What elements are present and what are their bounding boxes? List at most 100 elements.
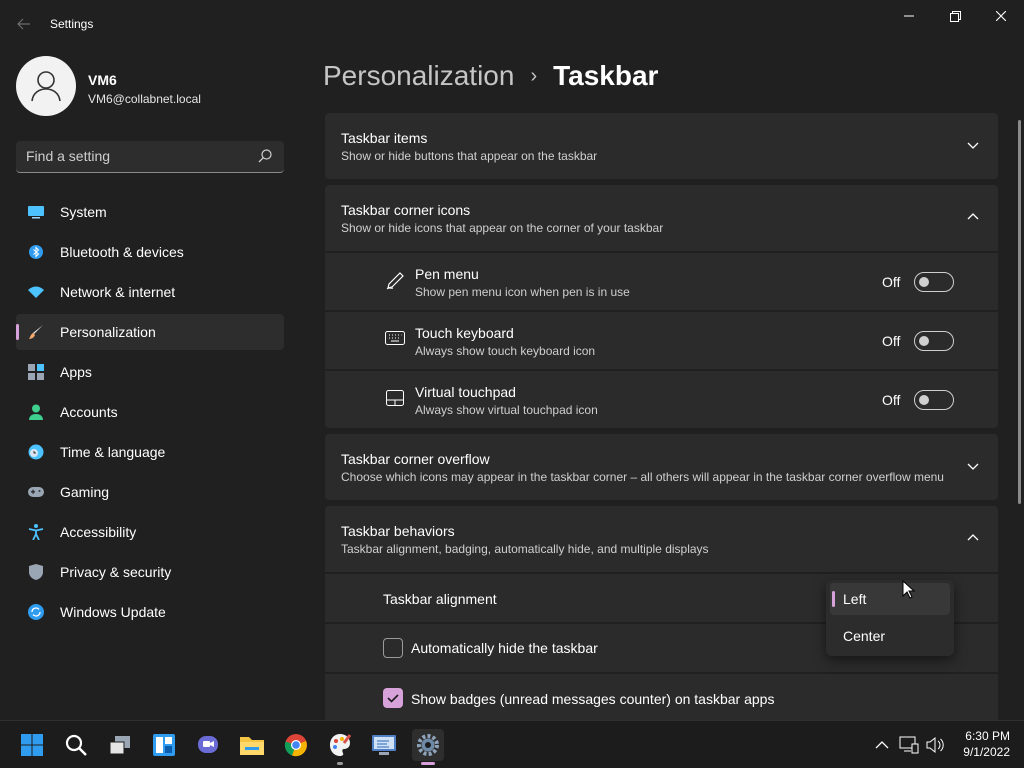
running-indicator (337, 762, 343, 765)
touchpad-icon (385, 389, 405, 409)
card-title: Taskbar corner icons (341, 202, 471, 218)
sidebar-item-label: System (60, 204, 107, 220)
start-icon[interactable] (16, 729, 48, 761)
clock-globe-icon (28, 444, 44, 460)
sidebar-item-apps[interactable]: Apps (16, 354, 284, 390)
chevron-up-icon[interactable] (872, 735, 892, 755)
card-subtitle: Choose which icons may appear in the tas… (341, 470, 944, 484)
alignment-dropdown-menu: Left Center (826, 580, 954, 656)
card-title: Taskbar corner overflow (341, 451, 490, 467)
sidebar-item-bluetooth[interactable]: Bluetooth & devices (16, 234, 284, 270)
toggle-state-label: Off (882, 333, 901, 349)
virtual-touchpad-toggle[interactable] (914, 390, 954, 410)
toggle-knob (919, 277, 929, 287)
widgets-icon[interactable] (148, 729, 180, 761)
file-explorer-icon[interactable] (236, 729, 268, 761)
minimize-button[interactable] (886, 0, 932, 32)
pen-menu-toggle[interactable] (914, 272, 954, 292)
dropdown-option-center[interactable]: Center (830, 620, 950, 652)
chevron-up-icon[interactable] (966, 210, 982, 226)
sidebar-item-gaming[interactable]: Gaming (16, 474, 284, 510)
bluetooth-icon (28, 244, 44, 260)
active-indicator (421, 762, 435, 765)
paint-icon[interactable] (324, 729, 356, 765)
sidebar-item-time-language[interactable]: Time & language (16, 434, 284, 470)
search-input[interactable] (26, 148, 246, 164)
taskbar-corner-overflow-card[interactable]: Taskbar corner overflow Choose which ico… (325, 434, 998, 500)
sidebar-item-privacy[interactable]: Privacy & security (16, 554, 284, 590)
back-arrow-icon[interactable] (12, 12, 36, 36)
remote-desktop-icon[interactable] (368, 729, 400, 761)
taskbar-items-card[interactable]: Taskbar items Show or hide buttons that … (325, 113, 998, 179)
restore-button[interactable] (932, 0, 978, 32)
teams-chat-icon[interactable] (192, 729, 224, 761)
sidebar-item-accessibility[interactable]: Accessibility (16, 514, 284, 550)
toggle-state-label: Off (882, 392, 901, 408)
badges-row: Show badges (unread messages counter) on… (325, 674, 998, 720)
sidebar-item-label: Apps (60, 364, 92, 380)
sidebar-item-label: Gaming (60, 484, 110, 500)
toggle-knob (919, 395, 929, 405)
sidebar-item-network[interactable]: Network & internet (16, 274, 284, 310)
window-title: Settings (50, 17, 94, 31)
settings-icon[interactable] (412, 729, 444, 765)
row-title: Virtual touchpad (415, 384, 516, 400)
clock-time[interactable]: 6:30 PM (960, 729, 1010, 743)
chevron-up-icon[interactable] (966, 531, 982, 547)
title-bar: Settings (0, 0, 1024, 48)
chevron-down-icon[interactable] (966, 459, 982, 475)
person-icon (28, 404, 44, 420)
sidebar-item-windows-update[interactable]: Windows Update (16, 594, 284, 630)
toggle-knob (919, 336, 929, 346)
scrollbar-thumb[interactable] (1018, 120, 1021, 504)
search-icon[interactable] (258, 149, 274, 165)
auto-hide-checkbox[interactable] (383, 638, 403, 658)
search-icon[interactable] (60, 729, 92, 761)
card-title: Taskbar behaviors (341, 523, 455, 539)
sidebar-item-accounts[interactable]: Accounts (16, 394, 284, 430)
toggle-state-label: Off (882, 274, 901, 290)
gamepad-icon (28, 484, 44, 500)
badges-checkbox[interactable] (383, 688, 403, 708)
breadcrumb-parent[interactable]: Personalization (323, 60, 514, 92)
wifi-icon (28, 284, 44, 300)
chevron-down-icon[interactable] (966, 138, 982, 154)
row-title: Pen menu (415, 266, 479, 282)
brush-icon (28, 324, 44, 340)
dropdown-option-left[interactable]: Left (830, 583, 950, 615)
clock-date[interactable]: 9/1/2022 (950, 745, 1010, 759)
sidebar-item-personalization[interactable]: Personalization (16, 314, 284, 350)
sidebar-item-label: Network & internet (60, 284, 176, 300)
profile-email: VM6@collabnet.local (88, 92, 201, 106)
sidebar-item-label: Time & language (60, 444, 166, 460)
row-subtitle: Show pen menu icon when pen is in use (415, 285, 630, 299)
close-button[interactable] (978, 0, 1024, 32)
taskbar-alignment-label: Taskbar alignment (383, 591, 497, 607)
touch-keyboard-toggle[interactable] (914, 331, 954, 351)
shield-icon (28, 564, 44, 580)
sidebar-item-label: Windows Update (60, 604, 166, 620)
card-subtitle: Taskbar alignment, badging, automaticall… (341, 542, 709, 556)
sidebar-item-system[interactable]: System (16, 194, 284, 230)
chrome-icon[interactable] (280, 729, 312, 761)
user-profile[interactable]: VM6 VM6@collabnet.local (16, 56, 286, 116)
taskbar-behaviors-card[interactable]: Taskbar behaviors Taskbar alignment, bad… (325, 506, 998, 572)
search-box[interactable] (16, 141, 284, 173)
breadcrumb: Personalization › Taskbar (323, 58, 658, 94)
option-label: Center (843, 628, 886, 644)
volume-icon[interactable] (925, 735, 945, 755)
breadcrumb-separator: › (530, 64, 538, 87)
sidebar-item-label: Accessibility (60, 524, 137, 540)
taskbar-corner-icons-card[interactable]: Taskbar corner icons Show or hide icons … (325, 185, 998, 251)
network-icon[interactable] (899, 735, 919, 755)
update-icon (28, 604, 44, 620)
card-title: Taskbar items (341, 130, 428, 146)
row-title: Touch keyboard (415, 325, 514, 341)
page-title: Taskbar (553, 60, 659, 91)
apps-icon (28, 364, 44, 380)
task-view-icon[interactable] (104, 729, 136, 761)
sidebar-item-label: Bluetooth & devices (60, 244, 184, 260)
row-subtitle: Always show touch keyboard icon (415, 344, 596, 358)
sidebar-item-label: Privacy & security (60, 564, 172, 580)
option-label: Left (843, 591, 867, 607)
